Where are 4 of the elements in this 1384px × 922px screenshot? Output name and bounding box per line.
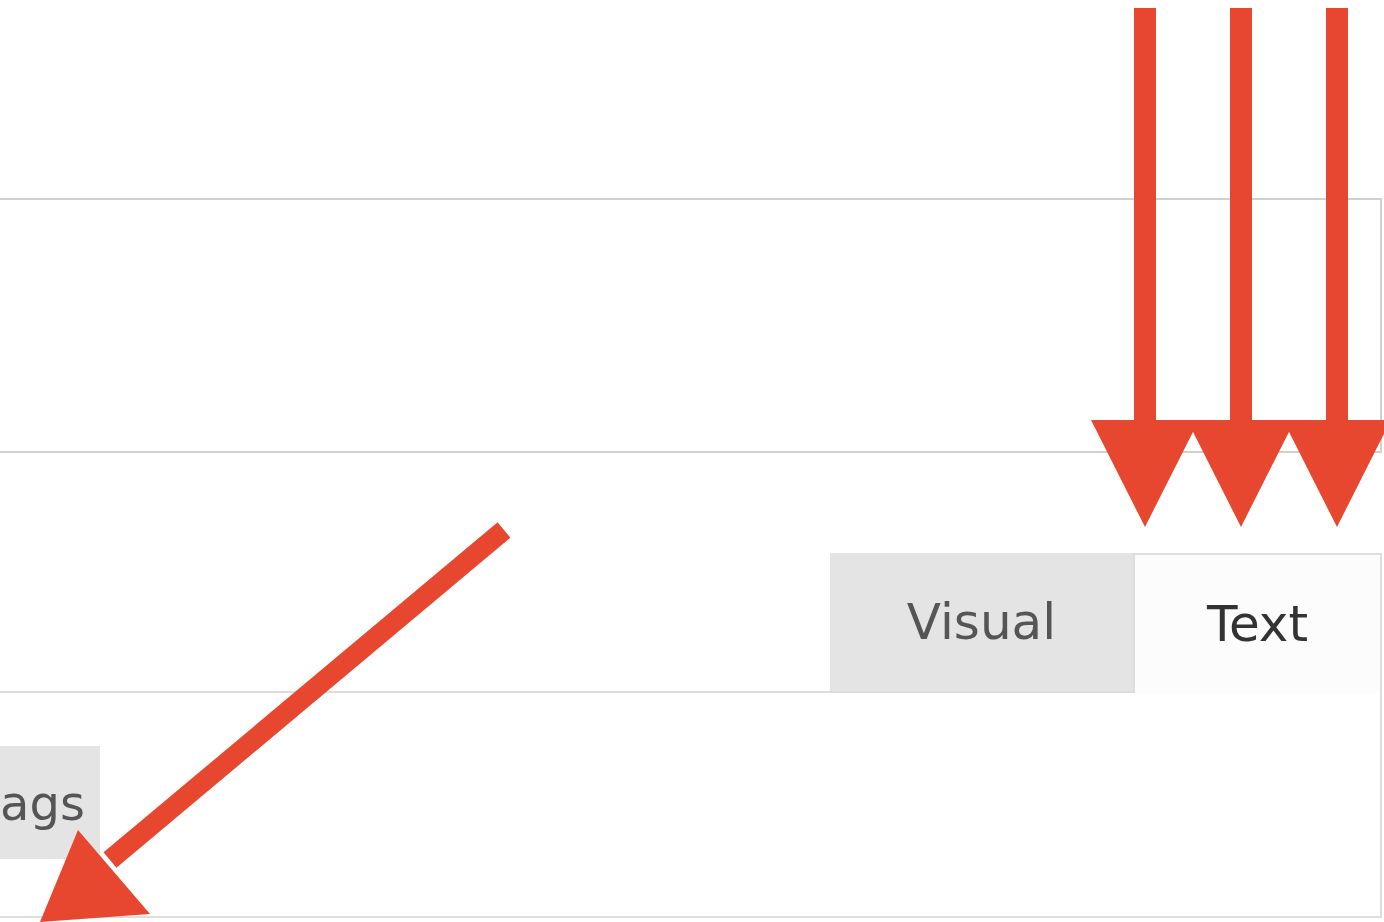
title-field[interactable]: [0, 198, 1382, 453]
toolbar-button[interactable]: ags: [0, 746, 100, 859]
editor-tab[interactable]: Text: [1133, 553, 1382, 693]
editor-tab[interactable]: Visual: [830, 553, 1133, 691]
